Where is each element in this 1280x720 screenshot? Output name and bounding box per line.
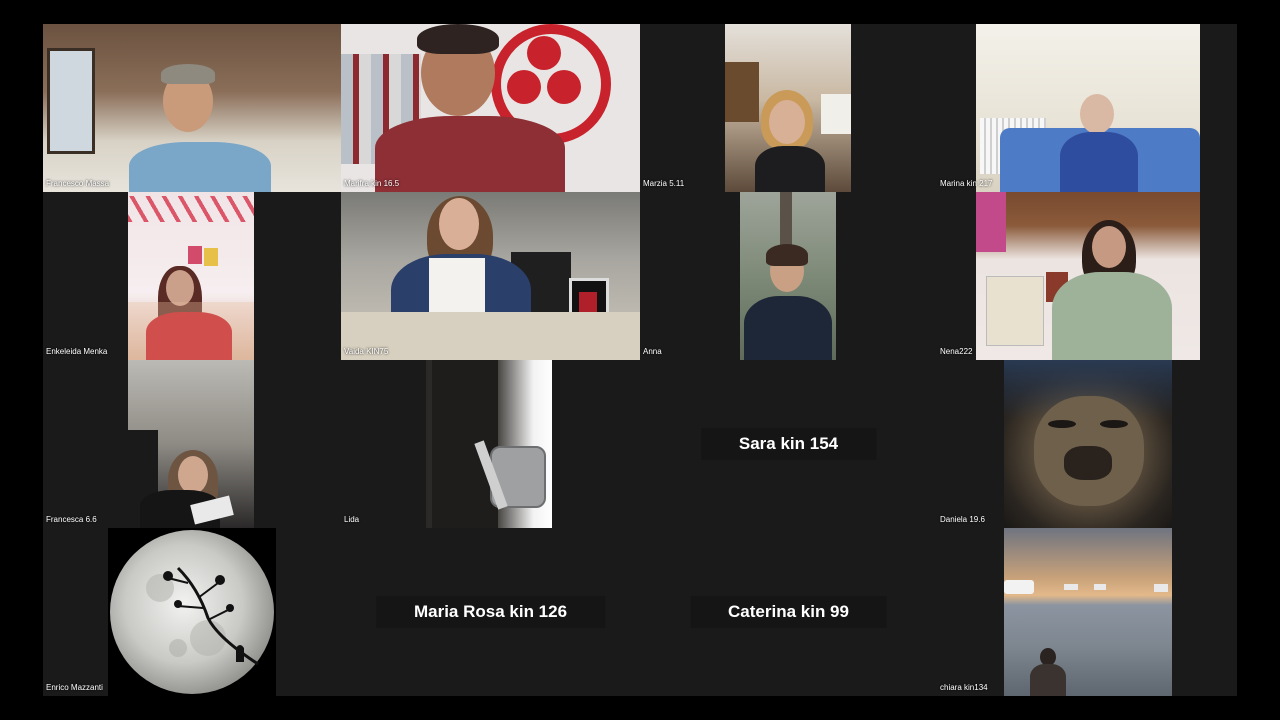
participant-name: Nena222 xyxy=(940,347,973,356)
participant-name: Marina kin 217 xyxy=(940,179,993,188)
moon-avatar-image xyxy=(110,530,274,694)
participant-video xyxy=(1004,528,1172,696)
participant-name-plate: Sara kin 154 xyxy=(700,428,877,460)
participant-tile-caterina[interactable]: Caterina kin 99 xyxy=(640,528,937,696)
participant-tile-francesco-massa[interactable]: Francesco Massa xyxy=(43,24,341,192)
participant-tile-chiara[interactable]: chiara kin134 xyxy=(937,528,1237,696)
participant-name: Enrico Mazzanti xyxy=(46,683,103,692)
participant-video xyxy=(43,24,341,192)
participant-video xyxy=(1004,360,1172,528)
participant-name: Francesco Massa xyxy=(46,179,110,188)
participant-tile-sara[interactable]: Sara kin 154 xyxy=(640,360,937,528)
participant-name-plate: Caterina kin 99 xyxy=(690,596,887,628)
participant-video xyxy=(725,24,851,192)
participant-name: Vaida KIN75 xyxy=(344,347,389,356)
participant-video xyxy=(128,360,254,528)
participant-tile-marifra[interactable]: Marifra kin 16.5 xyxy=(341,24,640,192)
participant-tile-francesca[interactable]: Francesca 6.6 xyxy=(43,360,341,528)
participant-tile-anna[interactable]: Anna xyxy=(640,192,937,360)
participant-tile-vaida[interactable]: Vaida KIN75 xyxy=(341,192,640,360)
video-gallery: Francesco Massa Marifra kin 16.5 Marzia … xyxy=(43,24,1237,696)
participant-name: Marifra kin 16.5 xyxy=(344,179,400,188)
participant-name: Lida xyxy=(344,515,360,524)
participant-tile-maria-rosa[interactable]: Maria Rosa kin 126 xyxy=(341,528,640,696)
participant-video xyxy=(976,24,1200,192)
participant-video xyxy=(740,192,836,360)
participant-tile-lida[interactable]: Lida xyxy=(341,360,640,528)
participant-video xyxy=(426,360,552,528)
participant-name-plate: Maria Rosa kin 126 xyxy=(375,596,606,628)
participant-video xyxy=(128,192,254,360)
participant-name: Marzia 5.11 xyxy=(643,179,685,188)
participant-tile-nena[interactable]: Nena222 xyxy=(937,192,1237,360)
participant-name: Anna xyxy=(643,347,662,356)
participant-tile-enrico[interactable]: Enrico Mazzanti xyxy=(43,528,341,696)
participant-name: Enkeleida Menka xyxy=(46,347,108,356)
participant-tile-marina[interactable]: Marina kin 217 xyxy=(937,24,1237,192)
participant-tile-daniela[interactable]: Daniela 19.6 xyxy=(937,360,1237,528)
participant-name: Francesca 6.6 xyxy=(46,515,97,524)
participant-tile-enkeleida[interactable]: Enkeleida Menka xyxy=(43,192,341,360)
participant-video xyxy=(341,192,640,360)
participant-name: Daniela 19.6 xyxy=(940,515,985,524)
participant-name: chiara kin134 xyxy=(940,683,988,692)
participant-video xyxy=(108,528,276,696)
participant-video xyxy=(341,24,640,192)
participant-tile-marzia[interactable]: Marzia 5.11 xyxy=(640,24,937,192)
participant-video xyxy=(976,192,1200,360)
